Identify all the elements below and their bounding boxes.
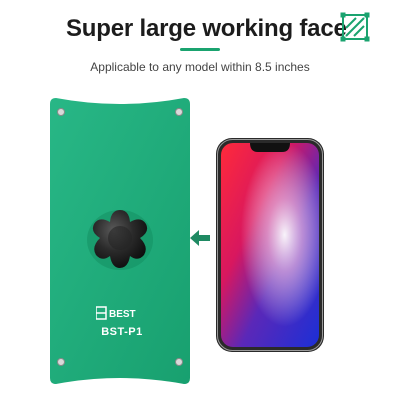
page-title: Super large working face xyxy=(66,15,347,42)
brand-logo: BEST xyxy=(96,306,136,320)
svg-text:BEST: BEST xyxy=(109,309,136,320)
smartphone-image xyxy=(216,138,324,352)
model-label: BST-P1 xyxy=(101,326,143,338)
header: Super large working face Applicable to a… xyxy=(0,0,400,80)
hatched-square-icon xyxy=(340,12,370,42)
page-subtitle: Applicable to any model within 8.5 inche… xyxy=(90,60,310,74)
working-pad xyxy=(50,98,190,384)
title-underline xyxy=(180,48,220,51)
arrow-left-icon xyxy=(190,230,210,246)
